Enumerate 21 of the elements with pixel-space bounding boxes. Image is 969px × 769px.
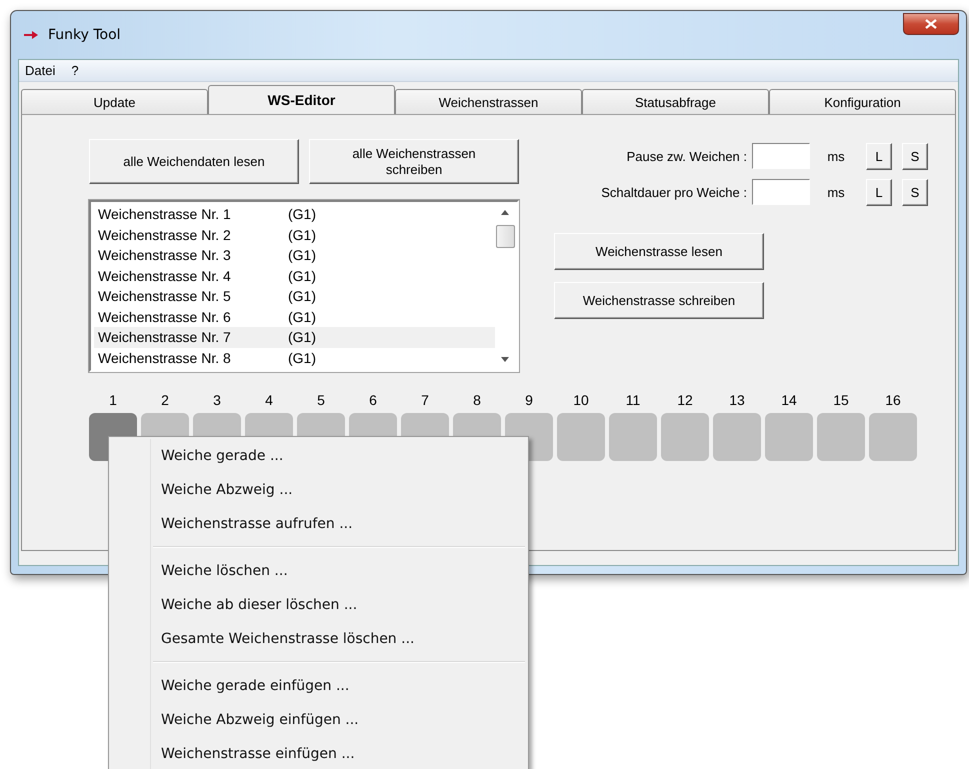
slot-number: 13 [729,392,745,408]
slot-number: 7 [421,392,429,408]
slot-number: 16 [885,392,901,408]
slot-number: 10 [573,392,589,408]
setting-label: Schaltdauer pro Weiche : [600,184,748,200]
unit-label: ms [826,148,846,164]
slot-number: 8 [473,392,481,408]
slot-number: 12 [677,392,693,408]
slot-number: 5 [317,392,325,408]
slot-number: 9 [525,392,533,408]
slot-number: 14 [781,392,797,408]
slot-number: 4 [265,392,273,408]
window-title: Funky Tool [48,27,121,43]
slot-number: 1 [109,392,117,408]
unit-label: ms [826,184,846,200]
slot-number: 6 [369,392,377,408]
slot-number: 11 [626,392,640,408]
setting-label: Pause zw. Weichen : [626,148,748,164]
slot-number: 15 [833,392,849,408]
slot-number: 3 [213,392,221,408]
slot-number: 2 [161,392,169,408]
